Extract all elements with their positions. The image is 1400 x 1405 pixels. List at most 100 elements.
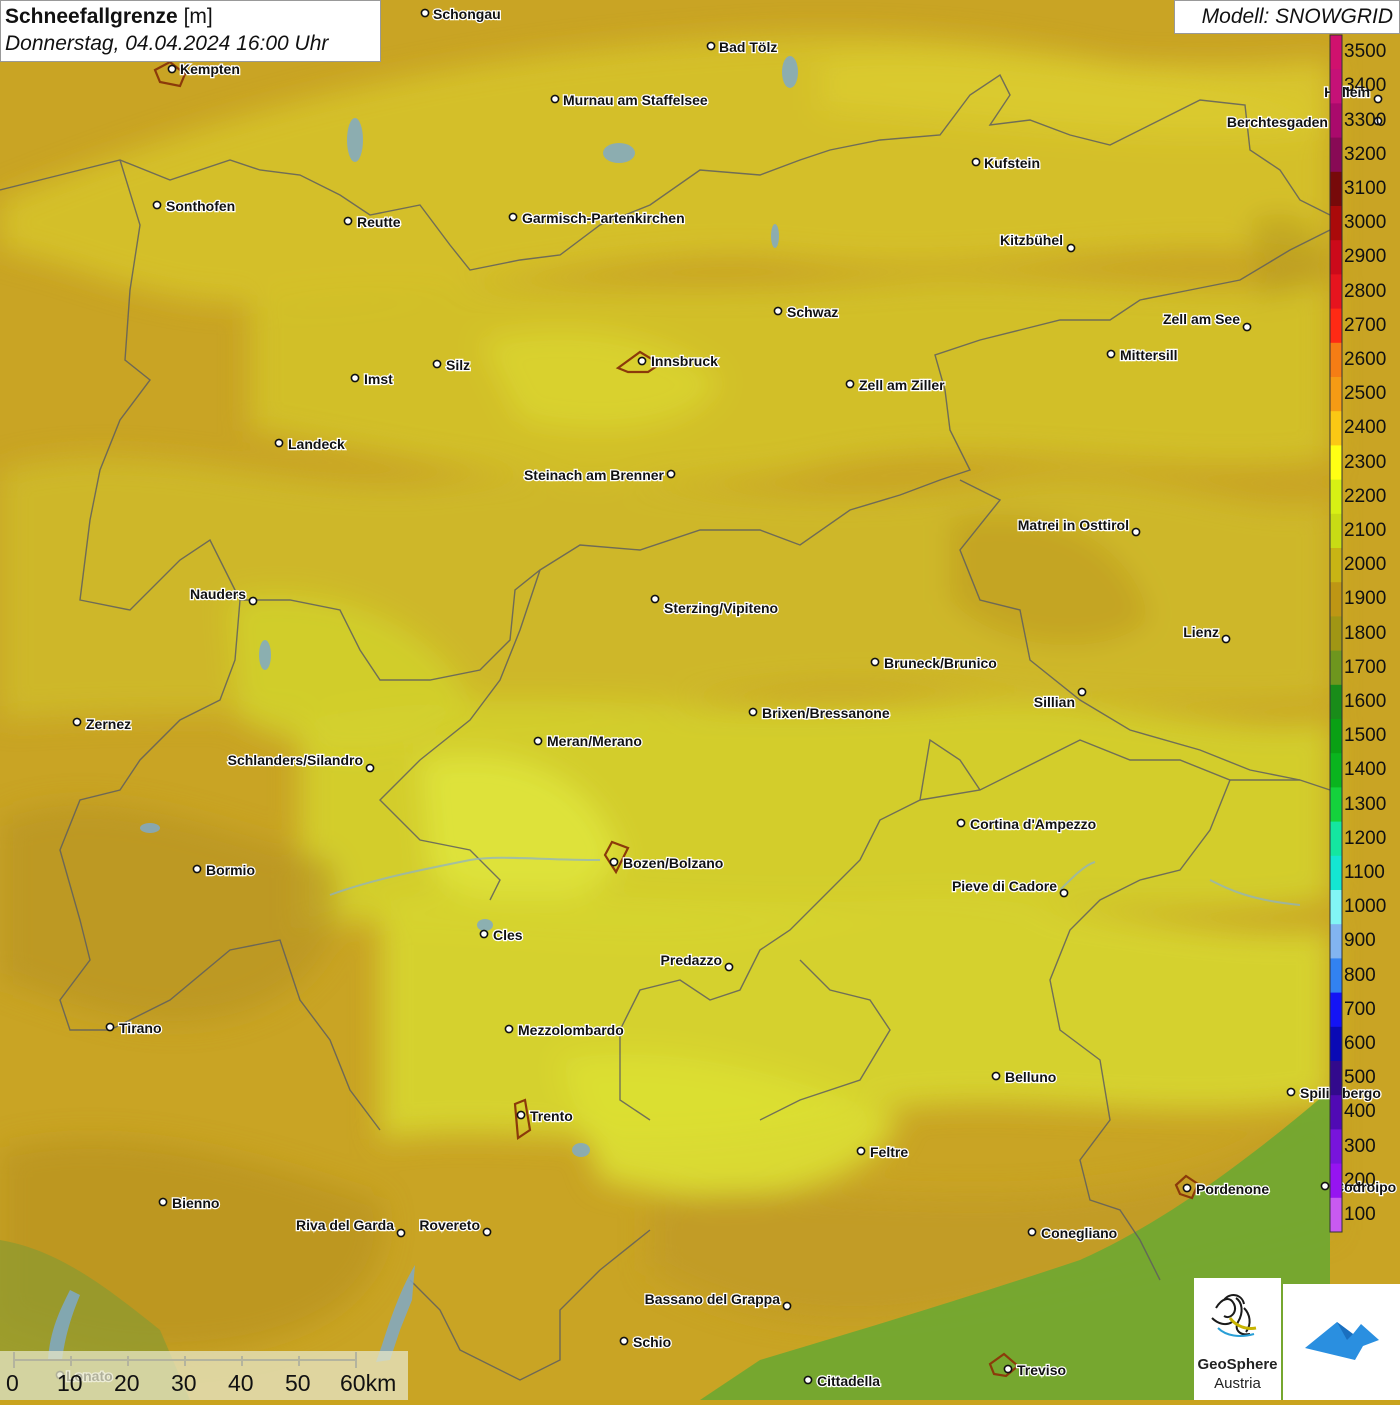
place-marker-icon bbox=[508, 212, 518, 222]
legend-label-1700: 1700 bbox=[1344, 656, 1387, 678]
geosphere-austria-logo[interactable]: GeoSphere Austria bbox=[1194, 1278, 1281, 1400]
place-murnau-am-staffelsee[interactable]: Murnau am Staffelsee bbox=[550, 91, 709, 109]
legend-swatch-1000 bbox=[1330, 890, 1342, 925]
place-label: Mittersill bbox=[1120, 347, 1178, 363]
legend-swatch-3000 bbox=[1330, 206, 1342, 241]
snowfall-map[interactable]: Schongau Bad Tölz Kempten Murnau am Staffel… bbox=[0, 0, 1400, 1400]
legend-label-700: 700 bbox=[1344, 998, 1376, 1020]
legend-label-2900: 2900 bbox=[1344, 246, 1387, 268]
place-marker-icon bbox=[748, 707, 758, 717]
scale-label-0: 0 bbox=[6, 1370, 19, 1396]
place-marker-icon bbox=[956, 818, 966, 828]
place-label: Mezzolombardo bbox=[518, 1022, 624, 1038]
legend-label-500: 500 bbox=[1344, 1067, 1376, 1089]
legend-swatch-2900 bbox=[1330, 240, 1342, 275]
place-label: Cittadella bbox=[817, 1373, 880, 1389]
legend-swatch-2200 bbox=[1330, 479, 1342, 515]
place-label: Schongau bbox=[433, 6, 501, 22]
place-kempten[interactable]: Kempten bbox=[167, 60, 241, 78]
place-marker-icon bbox=[248, 596, 258, 606]
place-marker-icon bbox=[365, 763, 375, 773]
legend-swatch-900 bbox=[1330, 924, 1342, 959]
place-steinach-am-brenner[interactable]: Steinach am Brenner bbox=[523, 466, 676, 484]
legend-label-2600: 2600 bbox=[1344, 348, 1387, 370]
place-label: Sillian bbox=[1034, 694, 1075, 710]
place-sonthofen[interactable]: Sonthofen bbox=[152, 197, 236, 215]
legend-swatch-2500 bbox=[1330, 377, 1342, 412]
place-marker-icon bbox=[650, 594, 660, 604]
place-schongau[interactable]: Schongau bbox=[420, 5, 502, 23]
place-zell-am-ziller[interactable]: Zell am Ziller bbox=[845, 376, 946, 394]
weather-app-logo[interactable] bbox=[1283, 1284, 1400, 1400]
legend-label-3200: 3200 bbox=[1344, 143, 1387, 165]
place-marker-icon bbox=[343, 216, 353, 226]
place-cortina-d-ampezzo[interactable]: Cortina d'Ampezzo bbox=[956, 815, 1097, 833]
scale-label-30: 30 bbox=[171, 1370, 197, 1396]
legend-swatch-400 bbox=[1330, 1095, 1342, 1130]
place-marker-icon bbox=[619, 1336, 629, 1346]
place-meran-merano[interactable]: Meran/Merano bbox=[533, 732, 643, 750]
place-brixen-bressanone[interactable]: Brixen/Bressanone bbox=[748, 704, 891, 722]
legend-swatch-1100 bbox=[1330, 855, 1342, 891]
place-marker-icon bbox=[1320, 1181, 1330, 1191]
legend-label-3000: 3000 bbox=[1344, 212, 1387, 234]
place-marker-icon bbox=[192, 864, 202, 874]
place-label: Riva del Garda bbox=[296, 1217, 394, 1233]
place-bozen-bolzano[interactable]: Bozen/Bolzano bbox=[609, 854, 725, 872]
scale-label-40: 40 bbox=[228, 1370, 254, 1396]
place-label: Schwaz bbox=[787, 304, 838, 320]
legend-swatch-600 bbox=[1330, 1026, 1342, 1062]
place-marker-icon bbox=[991, 1071, 1001, 1081]
legend-swatch-3400 bbox=[1330, 69, 1342, 104]
place-label: Pieve di Cadore bbox=[952, 878, 1057, 894]
place-rovereto[interactable]: Rovereto bbox=[418, 1216, 492, 1237]
place-label: Innsbruck bbox=[651, 353, 718, 369]
geosphere-logo-icon bbox=[1211, 1294, 1257, 1337]
place-marker-icon bbox=[870, 657, 880, 667]
place-label: Zell am Ziller bbox=[859, 377, 945, 393]
legend-label-3500: 3500 bbox=[1344, 41, 1387, 63]
place-innsbruck[interactable]: Innsbruck bbox=[637, 352, 719, 370]
map-title: Schneefallgrenze [m] bbox=[5, 4, 376, 30]
place-bassano-del-grappa[interactable]: Bassano del Grappa bbox=[643, 1290, 792, 1311]
place-marker-icon bbox=[724, 962, 734, 972]
place-label: Rovereto bbox=[419, 1217, 480, 1233]
legend-swatch-2600 bbox=[1330, 342, 1342, 378]
place-mezzolombardo[interactable]: Mezzolombardo bbox=[504, 1021, 625, 1039]
legend-swatch-1300 bbox=[1330, 787, 1342, 823]
place-garmisch-partenkirchen[interactable]: Garmisch-Partenkirchen bbox=[508, 209, 686, 227]
place-label: Imst bbox=[364, 371, 393, 387]
place-marker-icon bbox=[516, 1110, 526, 1120]
legend-label-600: 600 bbox=[1344, 1032, 1376, 1054]
place-label: Meran/Merano bbox=[547, 733, 642, 749]
legend-swatch-1200 bbox=[1330, 821, 1342, 857]
place-marker-icon bbox=[1131, 527, 1141, 537]
legend-label-2000: 2000 bbox=[1344, 554, 1387, 576]
title-unit: [m] bbox=[183, 5, 213, 28]
legend-label-1200: 1200 bbox=[1344, 827, 1387, 849]
place-marker-icon bbox=[432, 359, 442, 369]
place-label: Bormio bbox=[206, 862, 255, 878]
place-label: Murnau am Staffelsee bbox=[563, 92, 708, 108]
place-label: Cortina d'Ampezzo bbox=[970, 816, 1096, 832]
legend-swatch-200 bbox=[1330, 1163, 1342, 1199]
legend-label-3100: 3100 bbox=[1344, 177, 1387, 199]
place-label: Pordenone bbox=[1196, 1181, 1269, 1197]
legend-label-2400: 2400 bbox=[1344, 417, 1387, 439]
place-pieve-di-cadore[interactable]: Pieve di Cadore bbox=[951, 877, 1069, 898]
scale-label-10: 10 bbox=[57, 1370, 83, 1396]
legend-swatch-100 bbox=[1330, 1197, 1342, 1233]
place-matrei-in-osttirol[interactable]: Matrei in Osttirol bbox=[1017, 516, 1141, 537]
legend-label-1100: 1100 bbox=[1344, 861, 1385, 883]
legend-swatch-800 bbox=[1330, 958, 1342, 994]
place-label: Schio bbox=[633, 1334, 671, 1350]
place-bruneck-brunico[interactable]: Bruneck/Brunico bbox=[870, 654, 998, 672]
place-label: Belluno bbox=[1005, 1069, 1056, 1085]
legend-label-100: 100 bbox=[1344, 1203, 1376, 1225]
place-pordenone[interactable]: Pordenone bbox=[1182, 1180, 1271, 1198]
place-marker-icon bbox=[1027, 1227, 1037, 1237]
place-predazzo[interactable]: Predazzo bbox=[659, 951, 734, 972]
place-conegliano[interactable]: Conegliano bbox=[1027, 1224, 1118, 1242]
place-label: Cles bbox=[493, 927, 523, 943]
legend-swatch-500 bbox=[1330, 1061, 1342, 1096]
